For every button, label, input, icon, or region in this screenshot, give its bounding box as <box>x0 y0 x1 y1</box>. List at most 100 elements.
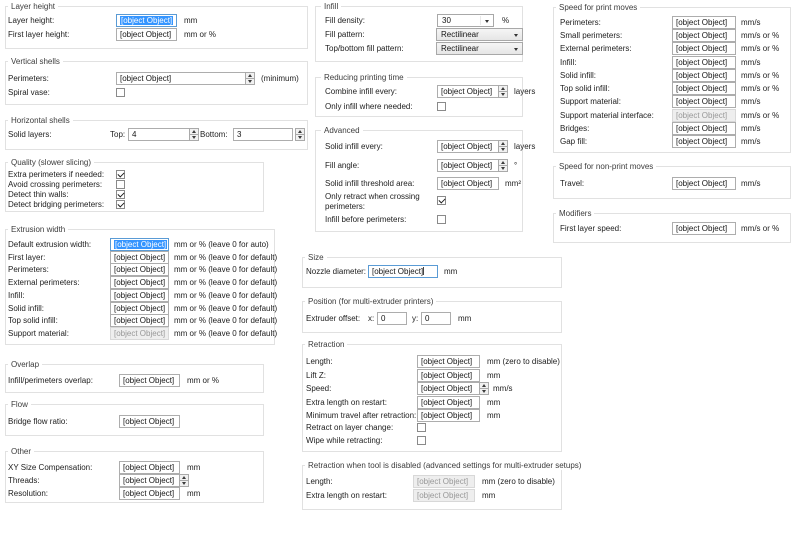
quality-extra-perimeters-if-needed-checkbox[interactable] <box>116 170 125 179</box>
horizontal-shells-solid-layers-top-input[interactable]: 4 <box>128 128 190 141</box>
retraction-speed-unit: mm/s <box>493 382 513 395</box>
advanced-only-retract-when-crossing-perimeters-checkbox[interactable] <box>437 196 446 205</box>
retraction-minimum-travel-after-retraction-input[interactable]: [object Object] <box>417 409 480 422</box>
advanced-fill-angle-spinner <box>498 159 508 172</box>
text-caret-icon <box>423 267 424 275</box>
dropdown-value: Rectilinear <box>441 44 479 53</box>
quality-avoid-crossing-perimeters-checkbox[interactable] <box>116 180 125 189</box>
speed-print-external-perimeters-unit: mm/s or % <box>741 42 779 55</box>
overlap-infill-perimeters-overlap-input[interactable]: [object Object] <box>119 374 180 387</box>
extrusion-width-top-solid-infill-input[interactable]: [object Object] <box>110 314 169 327</box>
reducing-printing-time-combine-infill-every-input[interactable]: [object Object] <box>437 85 499 98</box>
position-extruder-offset-x-input[interactable]: 0 <box>377 312 407 325</box>
down-arrow-icon <box>182 482 186 485</box>
spinner-down-button[interactable] <box>179 480 189 487</box>
speed-nonprint-travel-input[interactable]: [object Object] <box>672 177 736 190</box>
group-title-layer-height: Layer height <box>8 2 58 11</box>
speed-print-infill-input[interactable]: [object Object] <box>672 56 736 69</box>
speed-print-support-material-interface-input[interactable]: [object Object] <box>672 109 736 122</box>
modifiers-first-layer-speed-input[interactable]: [object Object] <box>672 222 736 235</box>
flow-bridge-flow-ratio-label: Bridge flow ratio: <box>8 417 68 426</box>
extrusion-width-infill-input[interactable]: [object Object] <box>110 289 169 302</box>
speed-print-small-perimeters-label: Small perimeters: <box>560 31 622 40</box>
retraction-length-input[interactable]: [object Object] <box>417 355 480 368</box>
retraction-disabled-extra-length-on-restart-input[interactable]: [object Object] <box>413 489 475 502</box>
speed-print-top-solid-infill-input[interactable]: [object Object] <box>672 82 736 95</box>
spinner-down-button[interactable] <box>295 134 305 141</box>
extrusion-width-external-perimeters-input[interactable]: [object Object] <box>110 276 169 289</box>
spinner-down-button[interactable] <box>245 78 255 85</box>
spinner-down-button[interactable] <box>498 146 508 153</box>
speed-print-perimeters-label: Perimeters: <box>560 18 601 27</box>
advanced-solid-infill-threshold-area-label: Solid infill threshold area: <box>325 179 414 188</box>
retraction-retract-on-layer-change-checkbox[interactable] <box>417 423 426 432</box>
speed-print-support-material-input[interactable]: [object Object] <box>672 95 736 108</box>
input-value: [object Object] <box>417 477 468 486</box>
retraction-extra-length-on-restart-input[interactable]: [object Object] <box>417 396 480 409</box>
extrusion-width-default-extrusion-width-unit: mm or % (leave 0 for auto) <box>174 238 269 251</box>
extrusion-width-external-perimeters-label: External perimeters: <box>8 278 80 287</box>
spinner-down-button[interactable] <box>498 165 508 172</box>
layer-height-first-layer-height-input[interactable]: [object Object] <box>116 28 177 41</box>
infill-fill-density-dropdown[interactable]: 30 <box>437 14 494 27</box>
extrusion-width-support-material-input[interactable]: [object Object] <box>110 327 169 340</box>
retraction-disabled-length-input[interactable]: [object Object] <box>413 475 475 488</box>
retraction-wipe-while-retracting-checkbox[interactable] <box>417 436 426 445</box>
up-arrow-icon <box>501 161 505 164</box>
input-value: [object Object] <box>123 489 174 498</box>
reducing-printing-time-only-infill-where-needed-checkbox[interactable] <box>437 102 446 111</box>
extrusion-width-infill-label: Infill: <box>8 291 24 300</box>
other-xy-size-compensation-label: XY Size Compensation: <box>8 463 92 472</box>
chevron-down-icon <box>514 48 518 51</box>
speed-print-external-perimeters-input[interactable]: [object Object] <box>672 42 736 55</box>
layer-height-layer-height-input[interactable]: [object Object] <box>116 14 177 27</box>
retraction-speed-input[interactable]: [object Object] <box>417 382 480 395</box>
flow-bridge-flow-ratio-input[interactable]: [object Object] <box>119 415 180 428</box>
horizontal-shells-solid-layers-bottom-input[interactable]: 3 <box>233 128 293 141</box>
input-value: [object Object] <box>676 179 727 188</box>
advanced-infill-before-perimeters-checkbox[interactable] <box>437 215 446 224</box>
speed-print-bridges-input[interactable]: [object Object] <box>672 122 736 135</box>
speed-print-solid-infill-label: Solid infill: <box>560 71 596 80</box>
spinner-down-button[interactable] <box>189 134 199 141</box>
quality-detect-thin-walls-checkbox[interactable] <box>116 190 125 199</box>
other-xy-size-compensation-input[interactable]: [object Object] <box>119 461 180 474</box>
vertical-shells-perimeters-input[interactable]: [object Object] <box>116 72 246 85</box>
spinner-down-button[interactable] <box>498 91 508 98</box>
quality-detect-bridging-perimeters-checkbox[interactable] <box>116 200 125 209</box>
input-value: [object Object] <box>114 291 165 300</box>
advanced-fill-angle-input[interactable]: [object Object] <box>437 159 499 172</box>
other-threads-input[interactable]: [object Object] <box>119 474 180 487</box>
down-arrow-icon <box>192 136 196 139</box>
speed-print-small-perimeters-input[interactable]: [object Object] <box>672 29 736 42</box>
speed-print-solid-infill-input[interactable]: [object Object] <box>672 69 736 82</box>
vertical-shells-spiral-vase-checkbox[interactable] <box>116 88 125 97</box>
other-resolution-input[interactable]: [object Object] <box>119 487 180 500</box>
down-arrow-icon <box>501 148 505 151</box>
infill-fill-pattern-dropdown[interactable]: Rectilinear <box>436 28 523 41</box>
retraction-lift-z-input[interactable]: [object Object] <box>417 369 480 382</box>
size-nozzle-diameter-input[interactable]: [object Object] <box>368 265 438 278</box>
input-value: [object Object] <box>114 304 165 313</box>
up-arrow-icon <box>192 130 196 133</box>
infill-top-bottom-fill-pattern-dropdown[interactable]: Rectilinear <box>436 42 523 55</box>
retraction-wipe-while-retracting-label: Wipe while retracting: <box>306 436 382 445</box>
input-value: [object Object] <box>114 253 165 262</box>
spinner-down-button[interactable] <box>479 388 489 395</box>
speed-print-gap-fill-input[interactable]: [object Object] <box>672 135 736 148</box>
down-arrow-icon <box>248 80 252 83</box>
other-resolution-label: Resolution: <box>8 489 48 498</box>
advanced-solid-infill-threshold-area-input[interactable]: [object Object] <box>437 177 499 190</box>
group-title-speed-nonprint: Speed for non-print moves <box>556 162 656 171</box>
speed-print-perimeters-unit: mm/s <box>741 16 761 29</box>
advanced-solid-infill-every-input[interactable]: [object Object] <box>437 140 499 153</box>
position-extruder-offset-y-input[interactable]: 0 <box>421 312 451 325</box>
advanced-infill-before-perimeters-label: Infill before perimeters: <box>325 215 406 224</box>
input-value: [object Object] <box>676 58 727 67</box>
input-value: 0 <box>381 314 385 323</box>
input-value: [object Object] <box>123 476 174 485</box>
retraction-extra-length-on-restart-label: Extra length on restart: <box>306 398 387 407</box>
extrusion-width-perimeters-input[interactable]: [object Object] <box>110 263 169 276</box>
speed-print-perimeters-input[interactable]: [object Object] <box>672 16 736 29</box>
extrusion-width-default-extrusion-width-input[interactable]: [object Object] <box>110 238 169 251</box>
